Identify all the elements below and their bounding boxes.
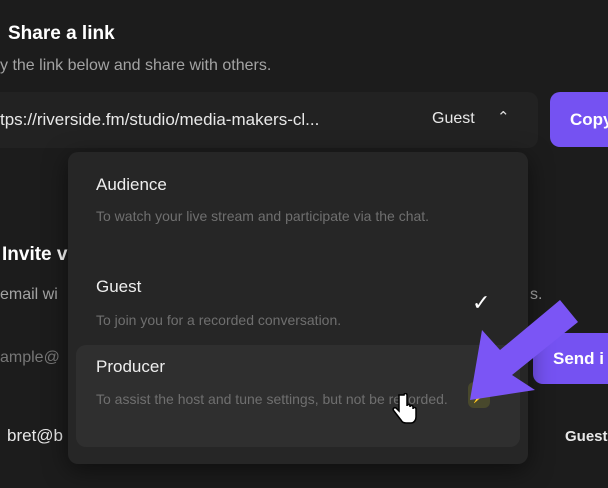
arrow-shape [470,300,578,400]
hand-cursor-icon [392,393,417,424]
annotation-arrow-icon [470,300,578,400]
